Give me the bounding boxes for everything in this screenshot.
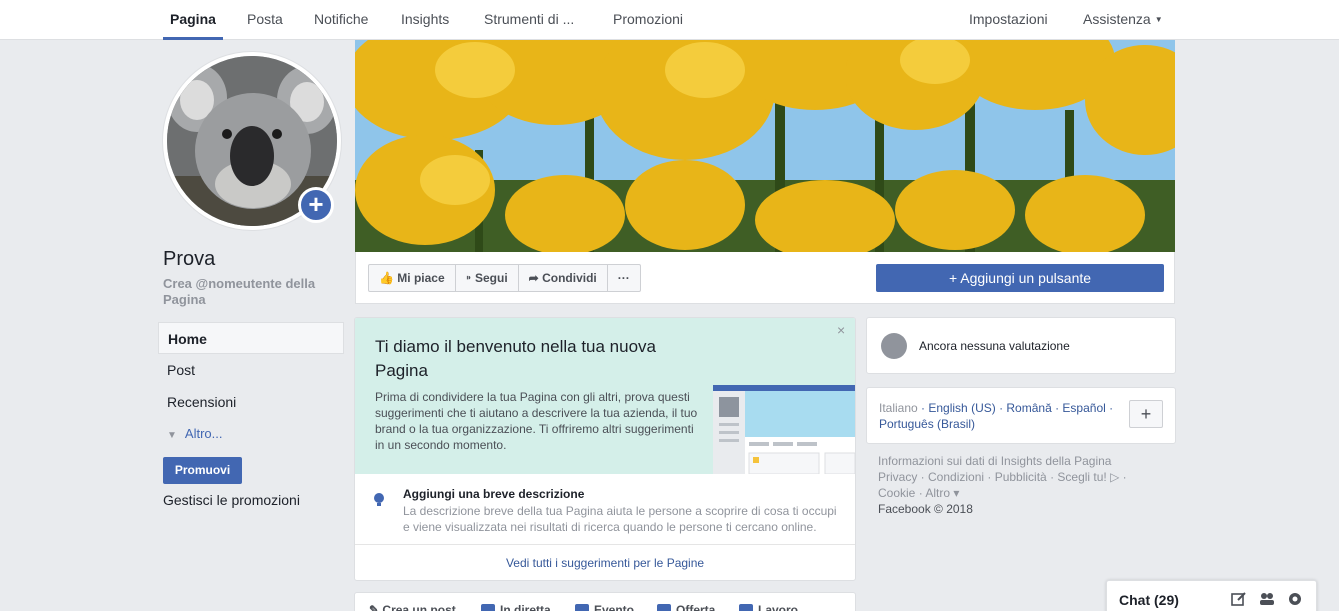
footer-cookie-links[interactable]: Cookie · Altro ▾ <box>878 485 1158 501</box>
tab-pagina[interactable]: Pagina <box>163 0 223 40</box>
add-button-cta[interactable]: + Aggiungi un pulsante <box>876 264 1164 292</box>
briefcase-icon <box>739 603 753 611</box>
like-button[interactable]: 👍 Mi piace <box>369 265 456 291</box>
follow-button[interactable]: ⁍ Segui <box>456 265 519 291</box>
add-profile-photo-icon[interactable]: + <box>298 187 334 223</box>
thumbs-up-icon: 👍 <box>379 271 394 285</box>
tulips-cover-image <box>355 40 1175 252</box>
live-label: In diretta <box>500 603 551 611</box>
post-composer-bar: ✎ Crea un post In diretta Evento Offerta… <box>354 592 856 611</box>
offer-label: Offerta <box>676 603 716 611</box>
page-action-bar: 👍 Mi piace ⁍ Segui ➦ Condividi ··· + Agg… <box>355 252 1175 304</box>
suggestion-body: La descrizione breve della tua Pagina ai… <box>403 504 837 534</box>
page-preview-illustration <box>713 385 855 474</box>
welcome-title: Ti diamo il benvenuto nella tua nuova Pa… <box>375 337 656 380</box>
welcome-body: Prima di condividere la tua Pagina con g… <box>375 390 698 452</box>
language-list[interactable]: Italiano · English (US) · Română · Españ… <box>879 400 1119 432</box>
caret-down-icon: ▼ <box>1154 15 1163 25</box>
lightbulb-icon <box>374 493 384 506</box>
event-label: Evento <box>594 603 635 611</box>
copyright: Facebook © 2018 <box>878 502 973 516</box>
rating-text: Ancora nessuna valutazione <box>919 339 1070 353</box>
create-username-link[interactable]: Crea @nomeutente della Pagina <box>163 276 343 308</box>
new-group-icon[interactable] <box>1259 591 1275 607</box>
create-post-button[interactable]: ✎ Crea un post <box>369 603 456 611</box>
nav-item-recensioni[interactable]: Recensioni <box>158 386 344 418</box>
tab-insights[interactable]: Insights <box>394 0 456 40</box>
live-button[interactable]: In diretta <box>481 603 551 611</box>
chat-label: Chat (29) <box>1119 592 1179 608</box>
cover-photo[interactable] <box>355 40 1175 252</box>
page-name[interactable]: Prova <box>163 248 215 271</box>
rss-icon: ⁍ <box>465 271 472 285</box>
tab-notifiche[interactable]: Notifiche <box>307 0 375 40</box>
share-arrow-icon: ➦ <box>528 271 539 285</box>
welcome-card: Ti diamo il benvenuto nella tua nuova Pa… <box>354 317 856 581</box>
job-button[interactable]: Lavoro <box>739 603 798 611</box>
welcome-header: Ti diamo il benvenuto nella tua nuova Pa… <box>355 318 855 474</box>
plus-icon: + <box>948 270 958 286</box>
offer-button[interactable]: Offerta <box>657 603 715 611</box>
see-all-suggestions-link[interactable]: Vedi tutti i suggerimenti per le Pagine <box>355 556 855 570</box>
more-options-button[interactable]: ··· <box>608 265 640 291</box>
page-actions-group: 👍 Mi piace ⁍ Segui ➦ Condividi ··· <box>368 264 641 292</box>
nav-item-post[interactable]: Post <box>158 354 344 386</box>
footer-links: Informazioni sui dati di Insights della … <box>878 453 1158 517</box>
assistenza-label: Assistenza <box>1083 11 1151 27</box>
languages-card: Italiano · English (US) · Română · Españ… <box>866 387 1176 444</box>
promote-button[interactable]: Promuovi <box>163 457 242 484</box>
tab-promozioni[interactable]: Promozioni <box>606 0 690 40</box>
job-label: Lavoro <box>758 603 799 611</box>
calendar-icon <box>575 603 589 611</box>
chat-bar[interactable]: Chat (29) <box>1106 580 1317 611</box>
current-language: Italiano <box>879 401 918 415</box>
pencil-icon: ✎ <box>369 603 380 611</box>
tab-strumenti[interactable]: Strumenti di ... <box>477 0 581 40</box>
rating-speech-bubble-icon <box>881 333 907 359</box>
add-language-button[interactable]: + <box>1129 400 1163 428</box>
rating-card: Ancora nessuna valutazione <box>866 317 1176 374</box>
insights-data-link[interactable]: Informazioni sui dati di Insights della … <box>878 453 1158 469</box>
share-button[interactable]: ➦ Condividi <box>519 265 608 291</box>
live-video-icon <box>481 603 495 611</box>
event-button[interactable]: Evento <box>575 603 634 611</box>
tab-assistenza[interactable]: Assistenza ▼ <box>1076 0 1170 40</box>
nav-item-home[interactable]: Home <box>158 322 344 354</box>
page-left-nav: Home Post Recensioni ▼ Altro... <box>158 322 344 450</box>
add-button-label: Aggiungi un pulsante <box>960 270 1092 286</box>
suggestion-title: Aggiungi una breve descrizione <box>403 487 585 501</box>
page-tabs-bar: Pagina Posta Notifiche Insights Strument… <box>0 0 1339 40</box>
follow-label: Segui <box>475 271 508 285</box>
create-post-label: Crea un post <box>382 603 456 611</box>
altro-label: Altro... <box>184 426 223 441</box>
tab-posta[interactable]: Posta <box>240 0 290 40</box>
like-label: Mi piace <box>397 271 445 285</box>
manage-promotions-link[interactable]: Gestisci le promozioni <box>163 492 300 508</box>
gear-icon[interactable] <box>1287 591 1303 607</box>
nav-item-altro[interactable]: ▼ Altro... <box>158 418 344 450</box>
suggestion-item[interactable]: Aggiungi una breve descrizione La descri… <box>355 474 855 545</box>
tab-impostazioni[interactable]: Impostazioni <box>962 0 1055 40</box>
footer-legal-links[interactable]: Privacy · Condizioni · Pubblicità · Sceg… <box>878 469 1158 485</box>
share-label: Condividi <box>542 271 597 285</box>
compose-icon[interactable] <box>1231 591 1247 607</box>
triangle-down-icon: ▼ <box>167 430 177 441</box>
close-icon[interactable]: × <box>837 322 845 338</box>
offer-tag-icon <box>657 603 671 611</box>
